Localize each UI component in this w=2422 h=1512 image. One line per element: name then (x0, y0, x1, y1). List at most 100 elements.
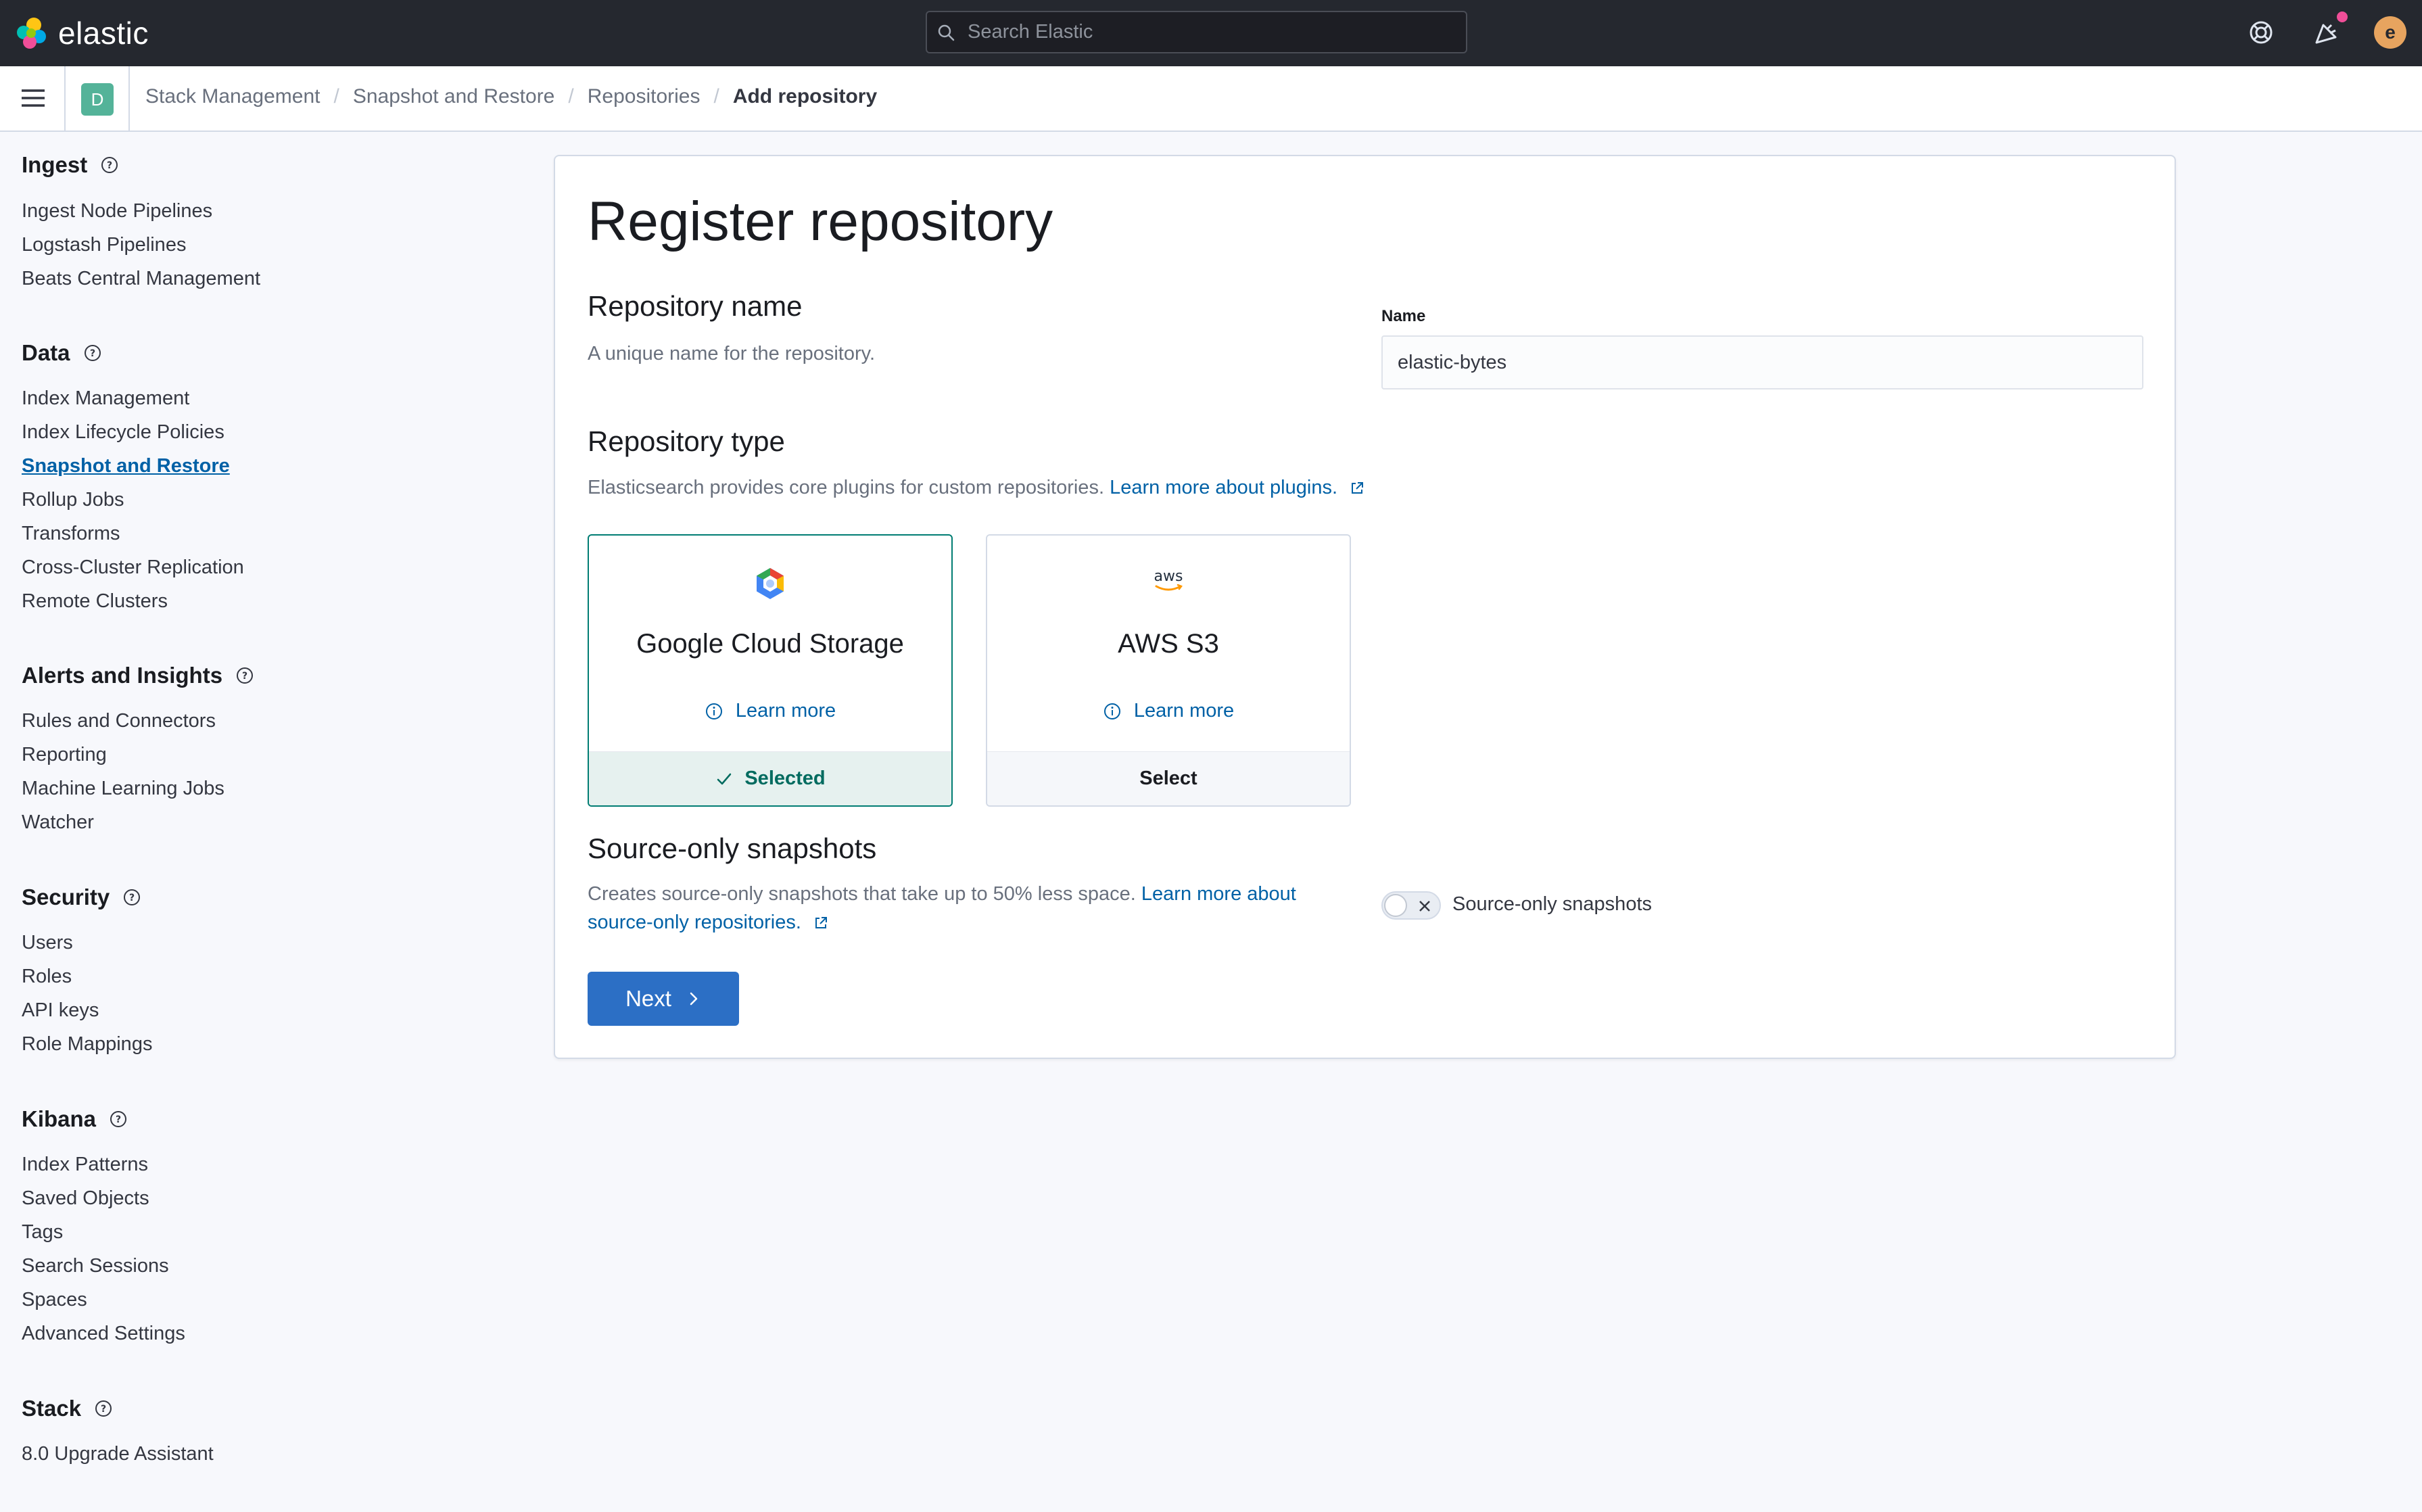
repo-type-card-gcs[interactable]: Google Cloud Storage Learn more Selected (588, 534, 953, 807)
repo-type-card-s3[interactable]: aws AWS S3 Learn more Select (986, 534, 1351, 807)
sidebar-item-index-patterns[interactable]: Index Patterns (22, 1154, 148, 1176)
sidebar-item-remote-clusters[interactable]: Remote Clusters (22, 590, 168, 613)
section-title: Kibana (22, 1106, 97, 1131)
divider (128, 66, 130, 131)
breadcrumb-snapshot-restore[interactable]: Snapshot and Restore (353, 85, 555, 108)
newsfeed-icon[interactable] (2312, 18, 2341, 47)
svg-text:?: ? (101, 1404, 106, 1415)
sidebar-section-ingest: Ingest ? (22, 152, 120, 178)
elastic-cluster-icon (17, 18, 46, 49)
gcs-learn-more-link[interactable]: Learn more (589, 700, 951, 722)
sidebar-item-index-lifecycle-policies[interactable]: Index Lifecycle Policies (22, 421, 224, 444)
register-repository-panel: Register repository Repository name A un… (554, 155, 2176, 1059)
notification-dot (2335, 9, 2350, 24)
menu-toggle-icon[interactable] (20, 87, 46, 110)
source-only-toggle[interactable] (1381, 891, 1441, 920)
sidebar-item-transforms[interactable]: Transforms (22, 523, 120, 545)
card-title: AWS S3 (1118, 629, 1219, 659)
sidebar-item-ingest-node-pipelines[interactable]: Ingest Node Pipelines (22, 200, 212, 222)
repo-name-heading: Repository name (588, 290, 803, 322)
help-icon[interactable]: ? (99, 155, 120, 175)
page-title: Register repository (588, 191, 1053, 252)
help-menu-icon[interactable] (2247, 18, 2275, 47)
sidebar-item-advanced-settings[interactable]: Advanced Settings (22, 1323, 185, 1345)
aws-icon: aws (1154, 568, 1183, 591)
user-avatar[interactable]: e (2374, 16, 2406, 49)
svg-text:?: ? (107, 160, 112, 171)
check-icon (717, 773, 732, 784)
sidebar-item-rollup-jobs[interactable]: Rollup Jobs (22, 489, 124, 511)
help-icon[interactable]: ? (108, 1109, 128, 1129)
svg-text:?: ? (242, 671, 247, 682)
learn-more-source-only-link[interactable]: Learn more about (1141, 883, 1296, 905)
learn-more-plugins-link[interactable]: Learn more about plugins. (1110, 477, 1337, 498)
svg-text:?: ? (116, 1114, 121, 1125)
sidebar-item-rules-connectors[interactable]: Rules and Connectors (22, 710, 216, 732)
svg-text:?: ? (129, 893, 135, 903)
space-selector[interactable]: D (81, 83, 114, 116)
sidebar-item-users[interactable]: Users (22, 932, 73, 954)
sidebar-section-kibana: Kibana ? (22, 1106, 128, 1132)
section-title: Stack (22, 1396, 82, 1421)
sidebar-item-roles[interactable]: Roles (22, 966, 72, 988)
breadcrumb-bar: D Stack Management / Snapshot and Restor… (0, 66, 2422, 132)
sidebar-item-machine-learning-jobs[interactable]: Machine Learning Jobs (22, 778, 224, 800)
sidebar-item-upgrade-assistant[interactable]: 8.0 Upgrade Assistant (22, 1443, 214, 1465)
sidebar-section-stack: Stack ? (22, 1396, 114, 1421)
source-only-description: Creates source-only snapshots that take … (588, 880, 1358, 937)
s3-learn-more-link[interactable]: Learn more (987, 700, 1350, 722)
cross-icon (1419, 901, 1430, 912)
elastic-logo[interactable]: elastic (15, 15, 149, 51)
sidebar-section-alerts-insights: Alerts and Insights ? (22, 663, 255, 688)
gcs-selected-button[interactable]: Selected (589, 751, 951, 805)
info-icon (1103, 703, 1120, 719)
sidebar-item-role-mappings[interactable]: Role Mappings (22, 1033, 152, 1056)
breadcrumb-repositories[interactable]: Repositories (588, 85, 701, 108)
search-icon (938, 24, 955, 41)
external-link-icon (1352, 482, 1364, 494)
sidebar-item-snapshot-and-restore[interactable]: Snapshot and Restore (22, 455, 230, 477)
next-button-label: Next (625, 986, 671, 1011)
s3-select-button[interactable]: Select (987, 751, 1350, 805)
sidebar-item-tags[interactable]: Tags (22, 1221, 63, 1244)
source-only-heading: Source-only snapshots (588, 832, 877, 864)
card-footer-label: Select (1139, 767, 1197, 789)
learn-more-label: Learn more (735, 700, 836, 722)
help-icon[interactable]: ? (93, 1398, 114, 1419)
sidebar-item-logstash-pipelines[interactable]: Logstash Pipelines (22, 234, 186, 256)
source-only-toggle-label[interactable]: Source-only snapshots (1452, 893, 1652, 916)
repository-name-input[interactable]: elastic-bytes (1381, 335, 2143, 389)
breadcrumb-stack-management[interactable]: Stack Management (145, 85, 320, 108)
sidebar-item-index-management[interactable]: Index Management (22, 387, 189, 410)
search-placeholder: Search Elastic (968, 21, 1093, 43)
svg-text:aws: aws (1154, 568, 1183, 585)
sidebar-item-api-keys[interactable]: API keys (22, 999, 99, 1022)
top-header: elastic Search Elastic e (0, 0, 2422, 66)
sidebar-item-watcher[interactable]: Watcher (22, 811, 94, 834)
section-title: Data (22, 340, 70, 365)
learn-more-label: Learn more (1133, 700, 1235, 722)
card-logo-wrap (589, 566, 951, 601)
help-icon[interactable]: ? (235, 665, 255, 686)
sidebar-item-search-sessions[interactable]: Search Sessions (22, 1255, 169, 1277)
global-search-input[interactable]: Search Elastic (926, 11, 1467, 53)
sidebar-item-spaces[interactable]: Spaces (22, 1289, 87, 1311)
sidebar-item-cross-cluster-replication[interactable]: Cross-Cluster Replication (22, 557, 244, 579)
help-icon[interactable]: ? (82, 343, 103, 363)
sidebar-section-security: Security ? (22, 884, 142, 910)
sidebar-item-saved-objects[interactable]: Saved Objects (22, 1187, 149, 1210)
learn-more-source-only-link-cont[interactable]: source-only repositories. (588, 912, 801, 933)
repo-type-description: Elasticsearch provides core plugins for … (588, 473, 1364, 502)
section-title: Alerts and Insights (22, 663, 223, 688)
help-icon[interactable]: ? (122, 887, 142, 907)
sidebar-item-reporting[interactable]: Reporting (22, 744, 107, 766)
card-title: Google Cloud Storage (636, 629, 904, 659)
info-icon (705, 703, 722, 719)
chevron-right-icon (690, 992, 698, 1006)
sidebar-item-beats-central-management[interactable]: Beats Central Management (22, 268, 260, 290)
next-button[interactable]: Next (588, 972, 739, 1026)
section-title: Security (22, 884, 110, 909)
brand-name: elastic (58, 16, 149, 51)
svg-text:?: ? (89, 348, 95, 359)
breadcrumb-separator: / (713, 85, 719, 108)
